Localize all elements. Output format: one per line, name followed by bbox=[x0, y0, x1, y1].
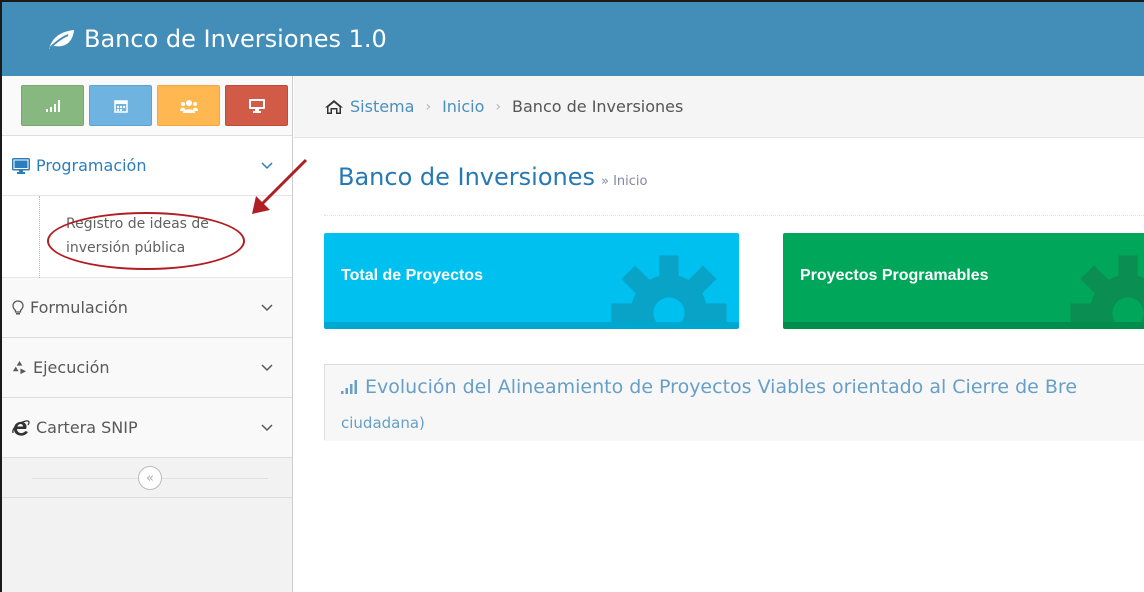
page-title: Banco de Inversiones bbox=[338, 163, 595, 191]
shortcut-calendar-button[interactable] bbox=[89, 85, 152, 126]
navbar: Banco de Inversiones 1.0 bbox=[2, 2, 1144, 76]
chart-panel: Evolución del Alineamiento de Proyectos … bbox=[324, 364, 1144, 441]
breadcrumb-separator-icon: › bbox=[495, 98, 502, 115]
chevron-down-icon bbox=[261, 303, 273, 311]
users-icon bbox=[179, 99, 198, 113]
lightbulb-icon bbox=[12, 299, 24, 314]
stat-label: Proyectos Programables bbox=[800, 267, 989, 284]
page-header: Banco de Inversiones » Inicio bbox=[324, 139, 1144, 216]
signal-icon bbox=[341, 380, 357, 394]
panel-title: Evolución del Alineamiento de Proyectos … bbox=[365, 376, 1078, 398]
shortcut-users-button[interactable] bbox=[157, 85, 220, 126]
sidebar-item-label: Ejecución bbox=[33, 358, 110, 377]
panel-header: Evolución del Alineamiento de Proyectos … bbox=[325, 365, 1144, 441]
submenu-guide-line bbox=[39, 196, 40, 278]
brand-title: Banco de Inversiones 1.0 bbox=[84, 25, 387, 53]
brand[interactable]: Banco de Inversiones 1.0 bbox=[46, 25, 387, 53]
stat-box-proyectos-programables[interactable]: Proyectos Programables bbox=[783, 233, 1144, 329]
shortcut-desktop-button[interactable] bbox=[225, 85, 288, 126]
sidebar-item-label: Cartera SNIP bbox=[36, 418, 138, 437]
stat-box-total-proyectos[interactable]: Total de Proyectos bbox=[324, 233, 739, 329]
chevron-down-icon bbox=[261, 423, 273, 431]
desktop-icon bbox=[12, 157, 30, 174]
sidebar-collapse-row: « bbox=[2, 458, 292, 498]
sidebar-item-ejecucion[interactable]: Ejecución bbox=[2, 338, 292, 398]
breadcrumb-separator-icon: › bbox=[425, 98, 432, 115]
sidebar-item-label: Programación bbox=[36, 156, 147, 175]
breadcrumb-link-inicio[interactable]: Inicio bbox=[442, 97, 484, 116]
ie-icon bbox=[12, 419, 30, 436]
calendar-icon bbox=[113, 99, 128, 113]
sidebar-shortcuts bbox=[2, 76, 292, 136]
sidebar-item-label: Formulación bbox=[30, 298, 128, 317]
recycle-icon bbox=[12, 360, 27, 375]
panel-title-continuation: ciudadana) bbox=[341, 414, 425, 432]
leaf-icon bbox=[49, 30, 74, 49]
app-window: Banco de Inversiones 1.0 Programación Re… bbox=[0, 0, 1144, 592]
breadcrumb: Sistema › Inicio › Banco de Inversiones bbox=[294, 76, 1144, 138]
home-icon[interactable] bbox=[324, 99, 344, 115]
desktop-icon bbox=[248, 98, 265, 113]
breadcrumb-link-sistema[interactable]: Sistema bbox=[350, 97, 414, 116]
gear-icon bbox=[611, 255, 727, 322]
signal-icon bbox=[45, 99, 60, 112]
gear-icon bbox=[1070, 255, 1144, 322]
shortcut-stats-button[interactable] bbox=[21, 85, 84, 126]
sidebar-item-formulacion[interactable]: Formulación bbox=[2, 278, 292, 338]
stat-label: Total de Proyectos bbox=[341, 267, 483, 284]
breadcrumb-current: Banco de Inversiones bbox=[512, 97, 684, 116]
page-subtitle: » Inicio bbox=[600, 173, 648, 189]
double-chevron-left-icon: « bbox=[146, 470, 154, 486]
sidebar-collapse-button[interactable]: « bbox=[138, 466, 162, 490]
chevron-down-icon bbox=[261, 363, 273, 371]
sidebar-item-cartera-snip[interactable]: Cartera SNIP bbox=[2, 398, 292, 458]
annotation-ellipse bbox=[47, 212, 245, 270]
annotation-arrow-icon bbox=[252, 158, 308, 214]
